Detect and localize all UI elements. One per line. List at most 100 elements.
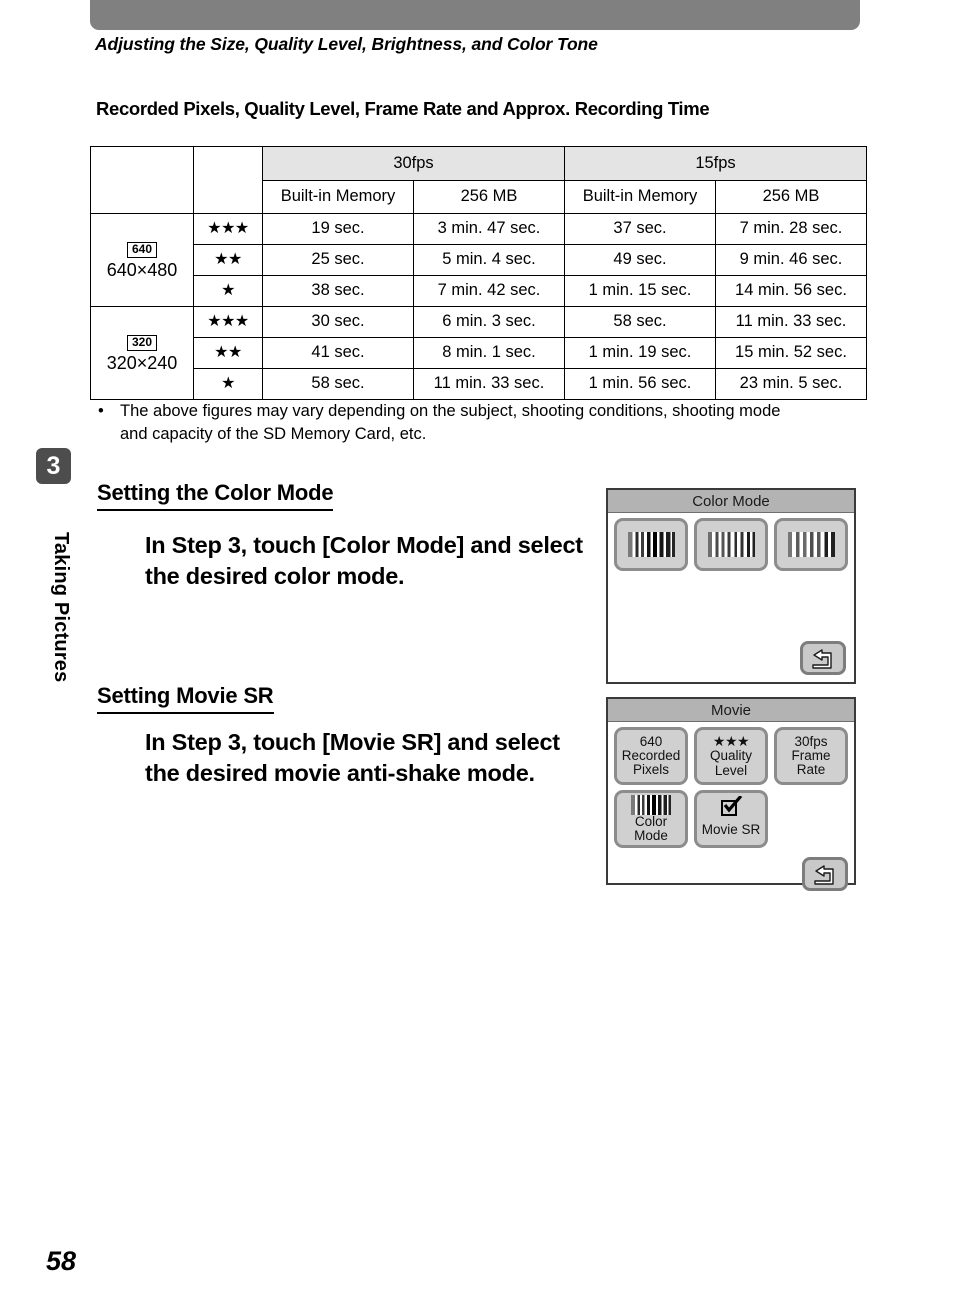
- row-group-label-640: 640 640×480: [90, 213, 194, 307]
- header-256mb-15: 256 MB: [715, 180, 867, 214]
- section-heading-color-mode: Setting the Color Mode: [97, 480, 334, 511]
- movie-screen-title: Movie: [608, 699, 854, 722]
- color-mode-option-vivid[interactable]: [614, 518, 688, 571]
- cell-value: 11 min. 33 sec.: [413, 368, 565, 400]
- cell-value: 6 min. 3 sec.: [413, 306, 565, 338]
- movie-menu-screen: Movie 640 Recorded Pixels ★★★ Quality Le…: [606, 697, 856, 891]
- chapter-title-vertical: Taking Pictures: [50, 531, 72, 683]
- back-arrow-icon: [812, 649, 832, 669]
- recording-time-table: 30fps 15fps Built-in Memory 256 MB Built…: [90, 146, 867, 400]
- color-mode-screen: Color Mode: [606, 488, 856, 684]
- movie-sr-label: Movie SR: [701, 822, 761, 838]
- quality-level-label-1: Quality: [709, 748, 753, 764]
- header-builtin-memory-15: Built-in Memory: [564, 180, 716, 214]
- table-row: 320 320×240 ★★★ 30 sec. 6 min. 3 sec. 58…: [90, 306, 867, 400]
- recorded-pixels-value: 640: [639, 733, 663, 749]
- movie-button-row-2: Color Mode Movie SR: [608, 785, 854, 848]
- bullet-icon: •: [98, 402, 104, 420]
- cell-value: 49 sec.: [564, 244, 716, 276]
- quality-stars: ★★: [193, 337, 263, 369]
- table-corner-cell-2: [193, 146, 263, 214]
- color-mode-screen-title: Color Mode: [608, 490, 854, 513]
- cell-value: 25 sec.: [262, 244, 414, 276]
- cell-value: 7 min. 42 sec.: [413, 275, 565, 307]
- cell-value: 14 min. 56 sec.: [715, 275, 867, 307]
- quality-level-label-2: Level: [714, 762, 748, 778]
- table-row: ★ 58 sec. 11 min. 33 sec. 1 min. 56 sec.…: [91, 368, 867, 400]
- cell-value: 1 min. 56 sec.: [564, 368, 716, 400]
- cell-value: 9 min. 46 sec.: [715, 244, 867, 276]
- resolution-badge-icon: 640: [126, 242, 158, 258]
- color-bar-monochrome-icon: [787, 532, 835, 557]
- row-group-label-320: 320 320×240: [90, 306, 194, 400]
- back-arrow-icon: [814, 865, 834, 885]
- cell-value: 3 min. 47 sec.: [413, 213, 565, 245]
- quality-stars: ★★: [193, 244, 263, 276]
- header-15fps: 15fps: [564, 146, 867, 181]
- color-bar-vivid-icon: [627, 532, 675, 557]
- cell-value: 1 min. 15 sec.: [564, 275, 716, 307]
- movie-option-frame-rate[interactable]: 30fps Frame Rate: [774, 727, 848, 785]
- color-bar-natural-icon: [707, 532, 755, 557]
- resolution-text: 640×480: [106, 259, 178, 280]
- table-header-row-fps: 30fps 15fps: [90, 146, 867, 214]
- color-mode-back-button[interactable]: [800, 641, 846, 675]
- cell-value: 7 min. 28 sec.: [715, 213, 867, 245]
- cell-value: 58 sec.: [564, 306, 716, 338]
- color-mode-option-monochrome[interactable]: [774, 518, 848, 571]
- cell-value: 8 min. 1 sec.: [413, 337, 565, 369]
- quality-stars: ★★★: [193, 213, 263, 245]
- table-row: ★★ 25 sec. 5 min. 4 sec. 49 sec. 9 min. …: [91, 244, 867, 276]
- table-corner-cell: [90, 146, 194, 214]
- frame-rate-label-2: Rate: [796, 762, 826, 778]
- movie-screen-back-button[interactable]: [802, 857, 848, 891]
- section-heading-movie-sr: Setting Movie SR: [97, 683, 274, 714]
- recorded-pixels-label-2: Pixels: [632, 762, 669, 778]
- movie-option-recorded-pixels[interactable]: 640 Recorded Pixels: [614, 727, 688, 785]
- quality-stars: ★★★: [193, 306, 263, 338]
- page-number: 58: [46, 1246, 77, 1276]
- movie-option-movie-sr[interactable]: Movie SR: [694, 790, 768, 848]
- header-30fps: 30fps: [262, 146, 565, 181]
- checkbox-checked-icon: [721, 796, 743, 820]
- cell-value: 30 sec.: [262, 306, 414, 338]
- quality-level-stars: ★★★: [712, 733, 750, 750]
- color-mode-label-2: Mode: [634, 828, 668, 843]
- movie-option-color-mode[interactable]: Color Mode: [614, 790, 688, 848]
- table-row: ★ 38 sec. 7 min. 42 sec. 1 min. 15 sec. …: [91, 275, 867, 307]
- quality-stars: ★: [193, 368, 263, 400]
- quality-stars: ★: [193, 275, 263, 307]
- cell-value: 5 min. 4 sec.: [413, 244, 565, 276]
- recorded-pixels-label-1: Recorded: [621, 747, 681, 763]
- cell-value: 11 min. 33 sec.: [715, 306, 867, 338]
- cell-value: 37 sec.: [564, 213, 716, 245]
- color-mode-option-natural[interactable]: [694, 518, 768, 571]
- header-256mb-30: 256 MB: [413, 180, 565, 214]
- frame-rate-label-1: Frame: [791, 747, 831, 763]
- movie-option-quality-level[interactable]: ★★★ Quality Level: [694, 727, 768, 785]
- running-head: Adjusting the Size, Quality Level, Brigh…: [95, 34, 598, 54]
- cell-value: 58 sec.: [262, 368, 414, 400]
- table-note-text: The above figures may vary depending on …: [120, 402, 781, 444]
- resolution-text: 320×240: [106, 352, 178, 373]
- cell-value: 15 min. 52 sec.: [715, 337, 867, 369]
- table-note: • The above figures may vary depending o…: [98, 400, 798, 447]
- resolution-badge-icon: 320: [126, 335, 158, 351]
- table-section-title: Recorded Pixels, Quality Level, Frame Ra…: [96, 98, 710, 119]
- cell-value: 19 sec.: [262, 213, 414, 245]
- header-builtin-memory-30: Built-in Memory: [262, 180, 414, 214]
- table-row: ★★ 41 sec. 8 min. 1 sec. 1 min. 19 sec. …: [91, 337, 867, 369]
- section-body-color-mode: In Step 3, touch [Color Mode] and select…: [145, 532, 583, 590]
- table-row: 640 640×480 ★★★ 19 sec. 3 min. 47 sec. 3…: [90, 213, 867, 307]
- color-bar-icon: [631, 794, 671, 815]
- color-mode-button-row: [608, 513, 854, 571]
- chapter-number-badge: 3: [36, 448, 71, 484]
- cell-value: 41 sec.: [262, 337, 414, 369]
- cell-value: 23 min. 5 sec.: [715, 368, 867, 400]
- page-top-banner: [90, 0, 860, 30]
- cell-value: 38 sec.: [262, 275, 414, 307]
- movie-button-row-1: 640 Recorded Pixels ★★★ Quality Level 30…: [608, 722, 854, 785]
- color-mode-label-1: Color: [634, 813, 668, 829]
- frame-rate-value: 30fps: [794, 733, 828, 749]
- cell-value: 1 min. 19 sec.: [564, 337, 716, 369]
